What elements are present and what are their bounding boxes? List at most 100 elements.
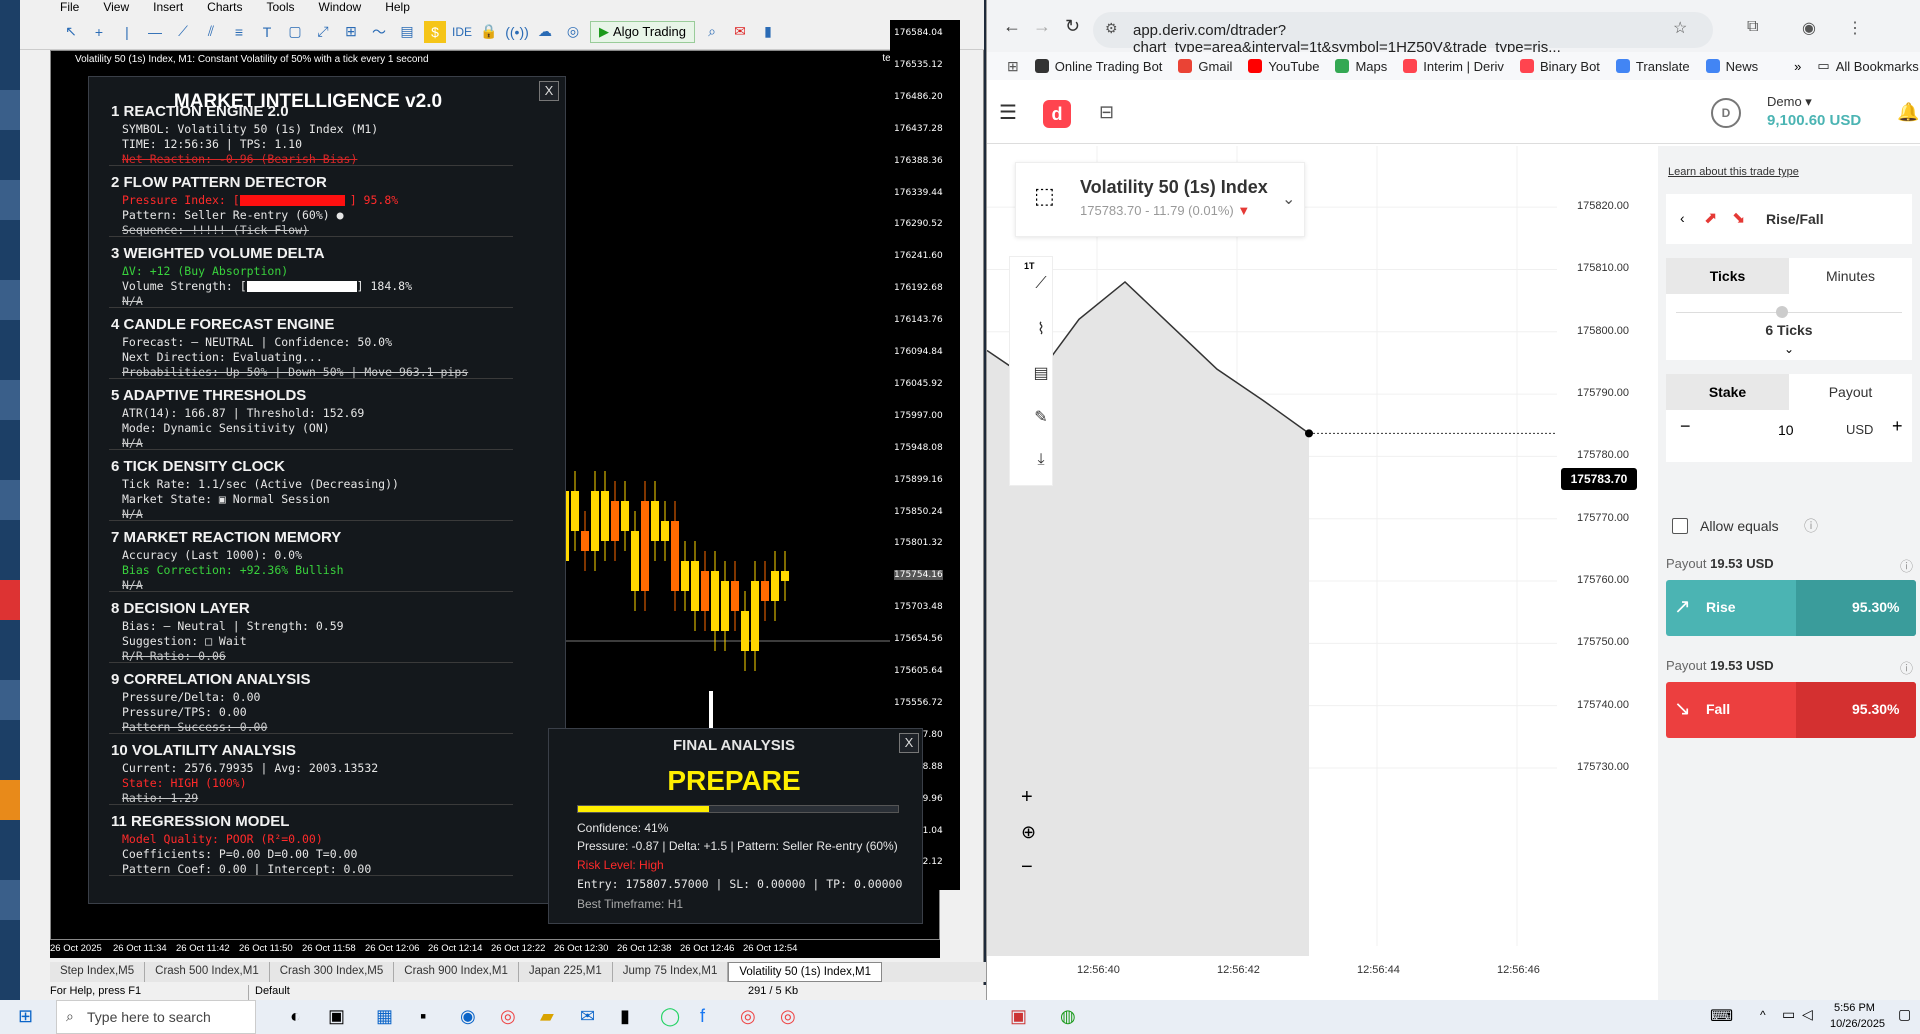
symbol-tab[interactable]: Japan 225,M1	[519, 962, 613, 982]
rise-button[interactable]: ↗ Rise 95.30%	[1666, 580, 1916, 636]
vps-icon[interactable]: ◎	[562, 21, 584, 43]
all-bookmarks[interactable]: ▭ All Bookmarks	[1817, 58, 1918, 74]
bookmark-item[interactable]: Gmail	[1178, 59, 1232, 74]
symbol-tab[interactable]: Crash 300 Index,M5	[270, 962, 395, 982]
store-icon[interactable]: ▦	[376, 1006, 393, 1027]
account-type[interactable]: Demo ▾	[1767, 94, 1812, 110]
back-icon[interactable]: ←	[1003, 16, 1021, 37]
edge-icon[interactable]: ◉	[460, 1006, 476, 1027]
plus-icon[interactable]: +	[1892, 416, 1903, 437]
facebook-icon[interactable]: f	[700, 1006, 705, 1027]
desktop-icon[interactable]	[0, 880, 20, 920]
taskbar-app-icon[interactable]: ▣	[1010, 1006, 1027, 1027]
crosshair-icon[interactable]: +	[88, 21, 110, 43]
cloud-icon[interactable]: ☁	[534, 21, 556, 43]
star-icon[interactable]: ☆	[1673, 18, 1687, 38]
symbol-selector[interactable]: ⬚ Volatility 50 (1s) Index 175783.70 - 1…	[1015, 162, 1305, 237]
tradingview-icon[interactable]: ▮	[620, 1006, 630, 1027]
taskbar-app-icon[interactable]: ◐	[290, 1006, 301, 1027]
desktop-icon[interactable]	[0, 480, 20, 520]
folder-icon[interactable]: ▰	[540, 1006, 554, 1027]
crosshair-icon[interactable]: ⊕	[1021, 822, 1036, 843]
bookmark-item[interactable]: Maps	[1335, 59, 1387, 74]
symbol-tab[interactable]: Crash 500 Index,M1	[145, 962, 270, 982]
stake-input[interactable]: 10	[1778, 422, 1794, 438]
text-icon[interactable]: T	[256, 21, 278, 43]
chart-type-icon[interactable]: ⟋	[1030, 275, 1052, 297]
bell-icon[interactable]: 🔔	[1897, 102, 1919, 123]
desktop-icon[interactable]	[0, 280, 20, 320]
horizontal-line-icon[interactable]: —	[144, 21, 166, 43]
lock-icon[interactable]: 🔒	[478, 21, 500, 43]
fibonacci-icon[interactable]: ≡	[228, 21, 250, 43]
tab-minutes[interactable]: Minutes	[1789, 258, 1912, 294]
bookmark-item[interactable]: Online Trading Bot	[1034, 59, 1162, 74]
slider-handle[interactable]	[1776, 306, 1788, 318]
reload-icon[interactable]: ↻	[1065, 16, 1080, 37]
desktop-icon[interactable]	[0, 580, 20, 620]
learn-link[interactable]: Learn about this trade type	[1668, 166, 1799, 178]
chat-icon[interactable]: ✉	[729, 21, 751, 43]
signal-icon[interactable]: ((•))	[505, 21, 529, 43]
chrome-icon[interactable]: ◎	[500, 1006, 516, 1027]
cursor-icon[interactable]: ↖	[60, 21, 82, 43]
info-icon[interactable]: ⓘ	[1900, 658, 1913, 677]
arrows-icon[interactable]: ⤢	[312, 21, 334, 43]
notification-icon[interactable]: ▢	[1898, 1006, 1911, 1023]
more-bookmarks-icon[interactable]: »	[1794, 59, 1801, 74]
menu-view[interactable]: View	[91, 0, 141, 14]
task-view-icon[interactable]: ▣	[328, 1006, 345, 1027]
desktop-icon[interactable]	[0, 180, 20, 220]
apps-icon[interactable]: ⊞	[1007, 58, 1019, 75]
bookmark-item[interactable]: Translate	[1615, 59, 1690, 74]
close-button[interactable]: X	[899, 733, 919, 753]
extensions-icon[interactable]: ⧉	[1747, 18, 1758, 36]
desktop-icon[interactable]	[0, 380, 20, 420]
dollar-icon[interactable]: $	[424, 20, 446, 43]
bookmark-item[interactable]: YouTube	[1248, 59, 1319, 74]
shapes-menu-icon[interactable]: ⊞	[340, 21, 362, 43]
bookmark-item[interactable]: Interim | Deriv	[1403, 59, 1504, 74]
menu-charts[interactable]: Charts	[195, 0, 254, 14]
terminal-icon[interactable]: ▪	[420, 1006, 426, 1027]
network-icon[interactable]: ▭	[1782, 1006, 1795, 1023]
briefcase-icon[interactable]: ⊟	[1099, 102, 1114, 123]
taskbar-app-icon[interactable]: ◍	[1060, 1006, 1076, 1027]
download-icon[interactable]: ⤓	[1030, 451, 1052, 473]
zoom-out-icon[interactable]: −	[1021, 856, 1033, 879]
minus-icon[interactable]: −	[1680, 416, 1691, 437]
algo-trading-button[interactable]: ▶ Algo Trading	[590, 20, 696, 43]
allow-equals-checkbox[interactable]	[1672, 518, 1688, 534]
chevron-down-icon[interactable]: ⌄	[1666, 342, 1912, 356]
menu-insert[interactable]: Insert	[141, 0, 195, 14]
templates-icon[interactable]: ▤	[396, 21, 418, 43]
indicators-icon[interactable]: ⌇	[1030, 319, 1052, 341]
taskbar-search-input[interactable]: Type here to search	[56, 1000, 256, 1034]
desktop-icon[interactable]	[0, 780, 20, 820]
symbol-tab[interactable]: Jump 75 Index,M1	[613, 962, 729, 982]
trendline-icon[interactable]: ⟋	[172, 21, 194, 43]
symbol-tab[interactable]: Volatility 50 (1s) Index,M1	[728, 962, 883, 982]
tab-stake[interactable]: Stake	[1666, 374, 1789, 410]
info-icon[interactable]: ⓘ	[1900, 556, 1913, 575]
shapes-icon[interactable]: ▢	[284, 21, 306, 43]
studies-icon[interactable]: ▤	[1030, 363, 1052, 385]
chrome-icon[interactable]: ◎	[780, 1006, 796, 1027]
close-button[interactable]: X	[539, 81, 559, 101]
fall-button[interactable]: ↘ Fall 95.30%	[1666, 682, 1916, 738]
site-settings-icon[interactable]: ⚙	[1105, 20, 1118, 37]
channel-icon[interactable]: ⫽	[200, 21, 222, 43]
chrome-icon[interactable]: ◎	[740, 1006, 756, 1027]
menu-help[interactable]: Help	[373, 0, 422, 14]
draw-tools-icon[interactable]: ✎	[1030, 407, 1052, 429]
bookmark-item[interactable]: News	[1705, 59, 1758, 74]
profile-icon[interactable]: ◉	[1802, 18, 1816, 38]
menu-window[interactable]: Window	[307, 0, 374, 14]
hamburger-icon[interactable]: ☰	[999, 100, 1017, 125]
clock-date[interactable]: 10/26/2025	[1830, 1018, 1885, 1030]
menu-icon[interactable]: ⋮	[1847, 18, 1863, 38]
forward-icon[interactable]: →	[1033, 16, 1051, 37]
tray-chevron-icon[interactable]: ^	[1760, 1008, 1766, 1022]
trade-type-selector[interactable]: ‹ ⬈ ⬊ Rise/Fall	[1666, 194, 1912, 244]
info-icon[interactable]: ⓘ	[1804, 516, 1818, 536]
